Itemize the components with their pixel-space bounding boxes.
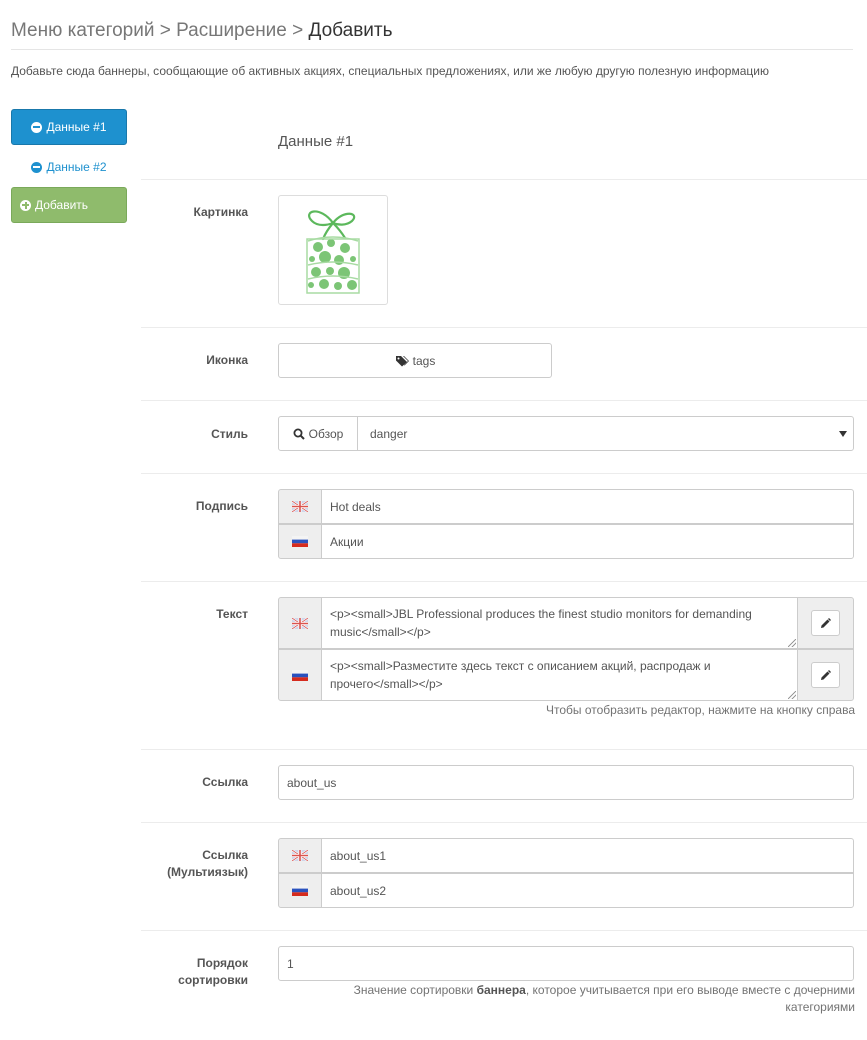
edit-addon-ru (797, 649, 854, 701)
lang-addon-ru (278, 873, 322, 908)
style-select-value: danger (370, 426, 408, 441)
divider (141, 581, 867, 582)
divider (141, 749, 867, 750)
minus-circle-icon[interactable] (31, 121, 43, 133)
divider (141, 400, 867, 401)
uk-flag-icon (292, 501, 308, 512)
link-value: about_us (287, 775, 337, 790)
resize-handle[interactable] (788, 639, 796, 647)
lang-addon-en (278, 597, 322, 649)
link-multi-label-line1: Ссылка (202, 848, 248, 862)
plus-circle-icon (20, 199, 31, 211)
lang-addon-en (278, 489, 322, 524)
uk-flag-icon (292, 617, 308, 629)
style-select[interactable]: danger (357, 416, 854, 451)
link-input[interactable]: about_us (278, 765, 854, 800)
sort-label: Порядок сортировки (108, 955, 248, 989)
edit-button-ru[interactable] (811, 662, 840, 688)
style-label: Стиль (211, 427, 248, 441)
text-ru-value: <p><small>Разместите здесь текст с описа… (330, 659, 711, 691)
icon-label: Иконка (206, 353, 248, 367)
link-multi-label-line2: (Мультиязык) (167, 865, 248, 879)
tab-data-1[interactable]: Данные #1 (11, 109, 127, 145)
divider (141, 930, 867, 931)
breadcrumb-item-menu[interactable]: Меню категорий (11, 20, 154, 41)
tag-icon (395, 355, 409, 366)
divider (141, 179, 867, 180)
header-divider (11, 49, 853, 50)
link-multi-input-en[interactable]: about_us1 (321, 838, 854, 873)
add-tab-label: Добавить (35, 198, 89, 212)
text-help: Чтобы отобразить редактор, нажмите на кн… (545, 703, 855, 717)
sort-help-text: категориями (785, 1000, 855, 1014)
link-multi-label: Ссылка (Мультиязык) (108, 847, 248, 881)
text-textarea-en[interactable]: <p><small>JBL Professional produces the … (321, 597, 798, 649)
divider (141, 327, 867, 328)
panel-title: Данные #1 (278, 133, 354, 150)
text-textarea-ru[interactable]: <p><small>Разместите здесь текст с описа… (321, 649, 798, 701)
breadcrumb-separator: > (154, 20, 177, 41)
sort-help-bold: баннера (476, 983, 526, 997)
search-icon (293, 428, 305, 440)
image-label: Картинка (193, 205, 249, 219)
browse-button-label: Обзор (308, 426, 344, 441)
sort-order-value: 1 (287, 956, 294, 971)
sort-order-input[interactable]: 1 (278, 946, 854, 981)
divider (141, 473, 867, 474)
edit-addon-en (797, 597, 854, 649)
caption-ru-value: Акции (330, 534, 364, 549)
link-label: Ссылка (202, 775, 248, 789)
sort-label-line2: сортировки (178, 973, 248, 987)
ru-flag-icon (292, 885, 308, 896)
caption-en-value: Hot deals (330, 499, 381, 514)
link-multi-en-value: about_us1 (330, 848, 387, 863)
tab-data-1-label: Данные #1 (46, 120, 107, 134)
lang-addon-ru (278, 649, 322, 701)
lang-addon-ru (278, 524, 322, 559)
breadcrumb-item-extension[interactable]: Расширение (176, 20, 287, 41)
text-label: Текст (216, 607, 248, 621)
edit-button-en[interactable] (811, 610, 840, 636)
icon-picker-button[interactable]: tags (278, 343, 552, 378)
uk-flag-icon (292, 850, 308, 861)
breadcrumb-current: Добавить (308, 20, 393, 41)
sort-help-text: , которое учитывается при его выводе вме… (525, 983, 855, 997)
intro-text: Добавьте сюда баннеры, сообщающие об акт… (11, 64, 769, 78)
caption-input-en[interactable]: Hot deals (321, 489, 854, 524)
resize-handle[interactable] (788, 691, 796, 699)
ru-flag-icon (292, 669, 308, 681)
link-multi-ru-value: about_us2 (330, 883, 387, 898)
sort-help: Значение сортировки баннера, которое учи… (295, 982, 855, 1016)
sort-label-line1: Порядок (196, 956, 248, 970)
caption-label: Подпись (195, 499, 248, 513)
caret-down-icon (839, 431, 847, 437)
pencil-icon (821, 669, 831, 680)
breadcrumb: Меню категорий > Расширение > Добавить (11, 20, 393, 42)
pencil-icon (821, 617, 831, 628)
icon-picker-value: tags (412, 353, 436, 368)
ru-flag-icon (292, 536, 308, 547)
caption-input-ru[interactable]: Акции (321, 524, 854, 559)
minus-circle-icon[interactable] (31, 161, 43, 173)
tab-data-2[interactable]: Данные #2 (11, 158, 127, 176)
text-en-value: <p><small>JBL Professional produces the … (330, 607, 752, 639)
lang-addon-en (278, 838, 322, 873)
gift-icon (306, 209, 360, 294)
breadcrumb-separator: > (286, 20, 309, 41)
image-thumbnail[interactable] (278, 195, 388, 305)
divider (141, 822, 867, 823)
tab-data-2-label: Данные #2 (46, 160, 107, 174)
link-multi-input-ru[interactable]: about_us2 (321, 873, 854, 908)
sort-help-text: Значение сортировки (353, 983, 477, 997)
browse-button[interactable]: Обзор (278, 416, 358, 451)
